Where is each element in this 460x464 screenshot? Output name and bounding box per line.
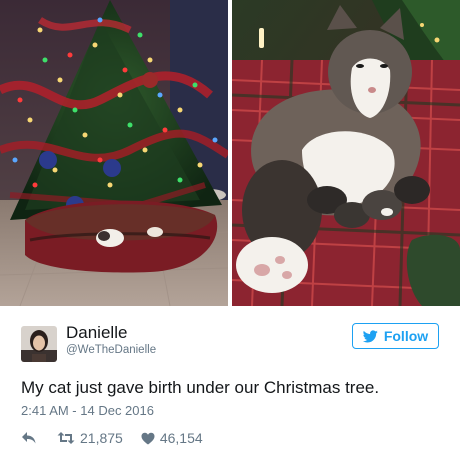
christmas-tree-photo[interactable] [0,0,228,306]
follow-button[interactable]: Follow [352,323,439,349]
tweet-actions: 21,875 46,154 [21,429,203,447]
retweet-count: 21,875 [80,430,123,446]
reply-icon [22,432,36,444]
like-count: 46,154 [159,430,203,446]
tweet-text: My cat just gave birth under our Christm… [21,378,380,397]
heart-icon [141,432,155,444]
twitter-bird-icon [362,329,378,342]
retweet-button[interactable]: 21,875 [57,430,123,446]
like-button[interactable]: 46,154 [141,430,203,446]
avatar[interactable] [21,326,57,362]
username-handle[interactable]: @WeTheDanielle [66,344,156,356]
follow-label: Follow [383,328,429,344]
retweet-icon [57,432,75,444]
tweet-card: Danielle @WeTheDanielle Follow My cat ju… [0,306,460,464]
display-name[interactable]: Danielle [66,323,127,343]
tweet-timestamp[interactable]: 2:41 AM - 14 Dec 2016 [21,403,154,418]
reply-button[interactable] [21,431,37,445]
cat-with-kittens-photo[interactable] [232,0,460,306]
tweet-media [0,0,460,306]
